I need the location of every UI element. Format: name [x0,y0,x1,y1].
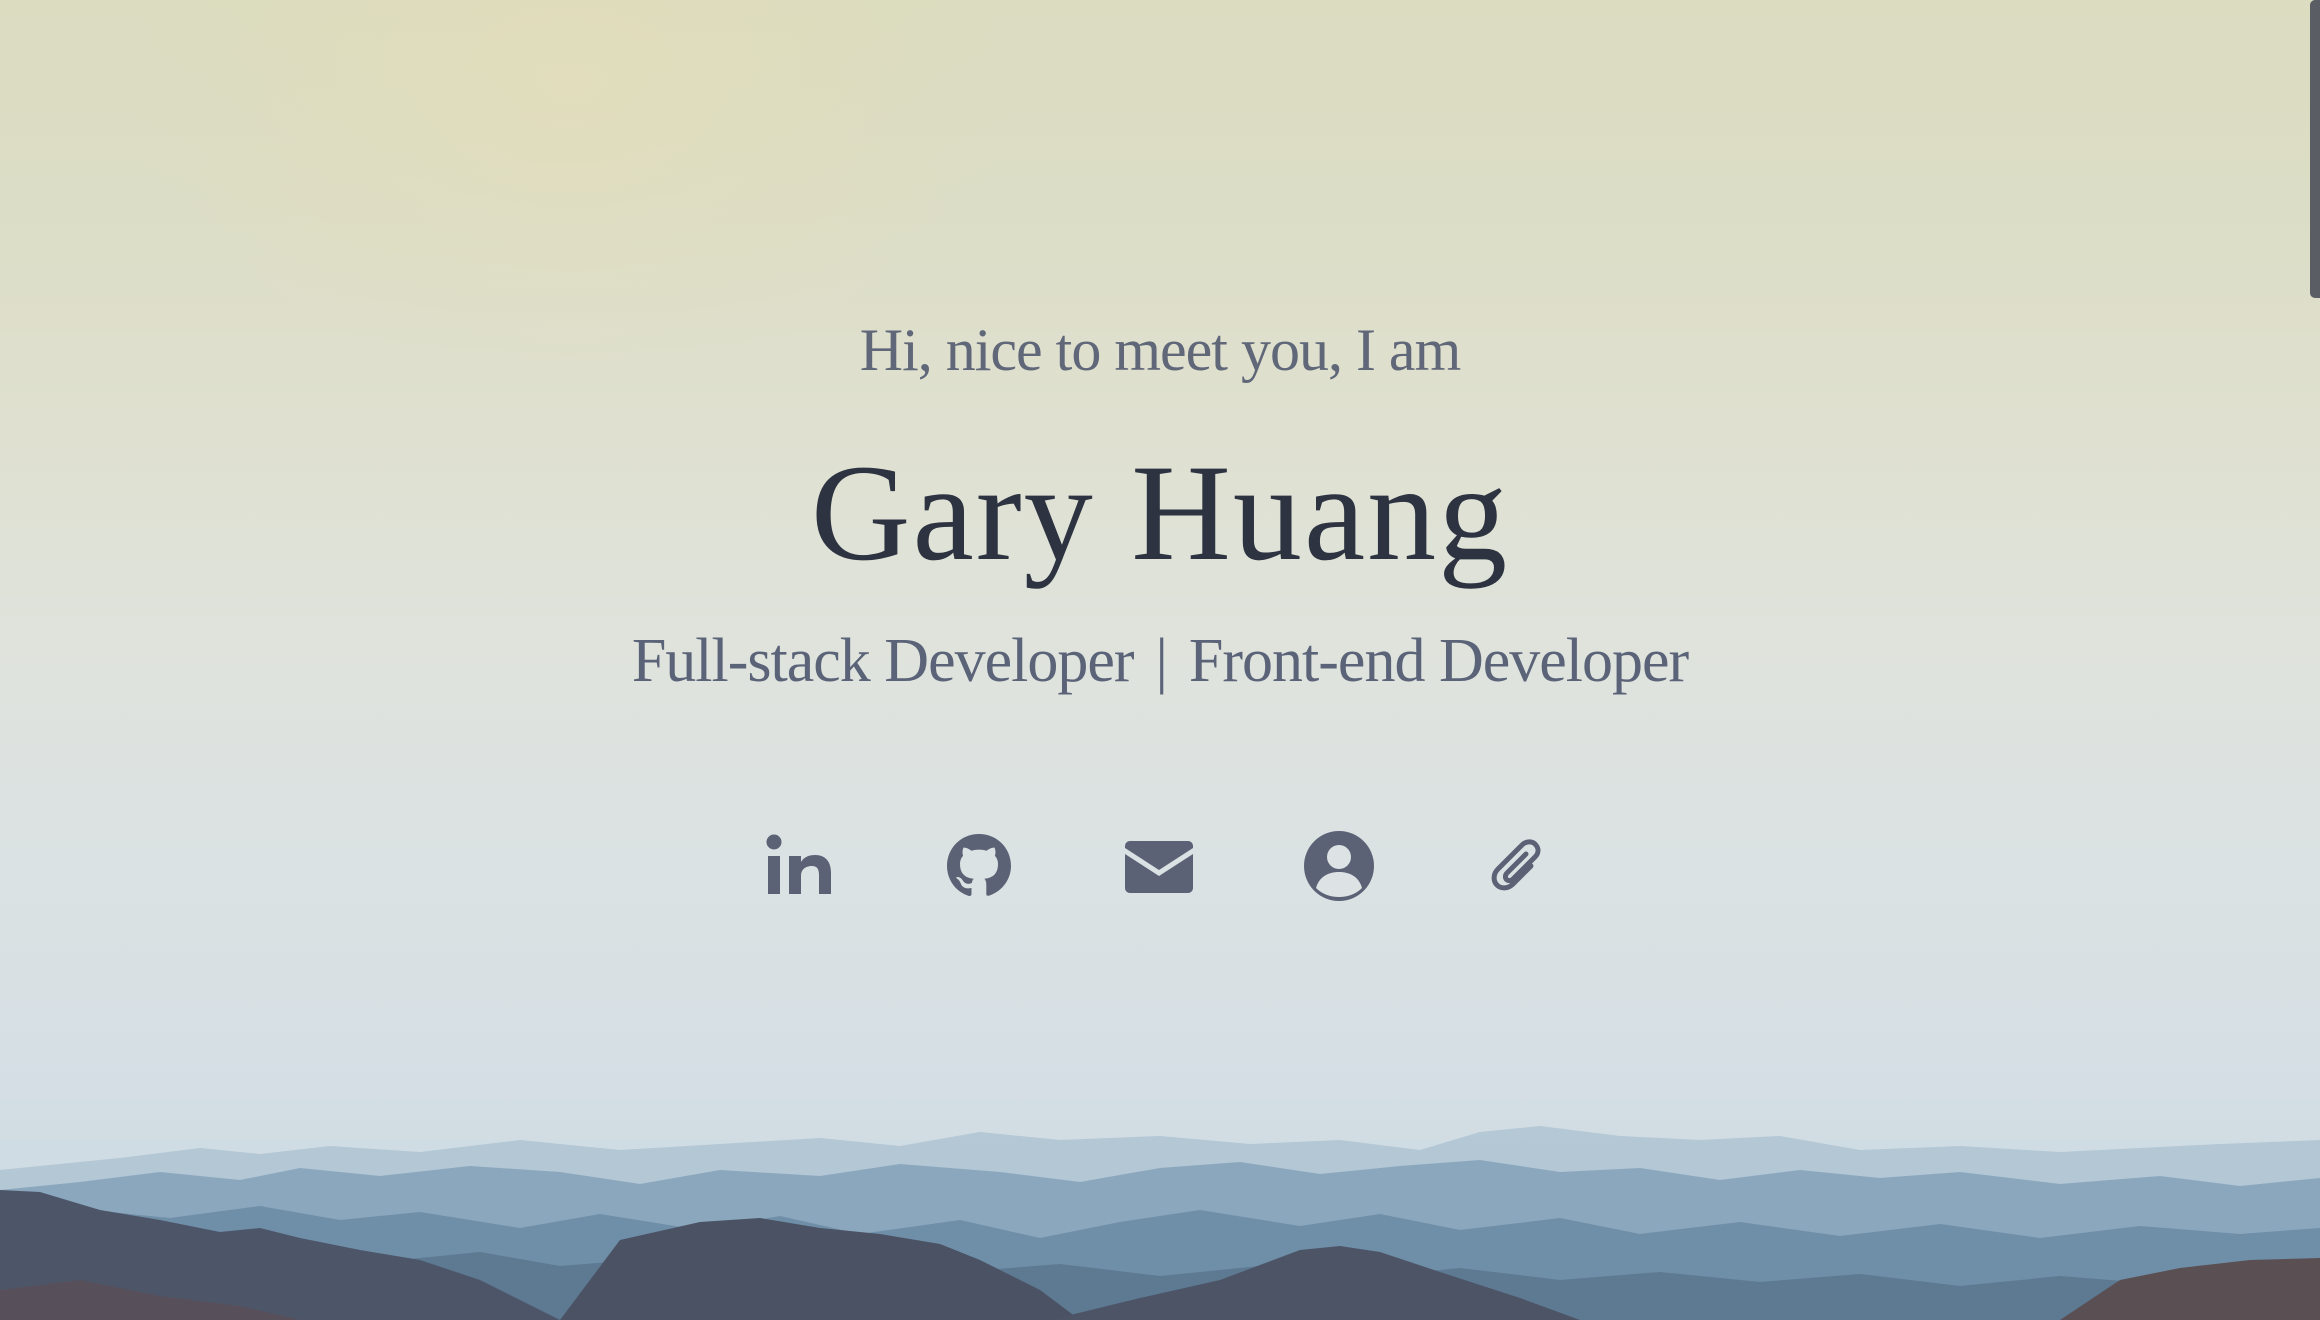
page-title: Gary Huang [810,436,1510,589]
user-circle-icon [1304,831,1374,901]
about-link[interactable] [1299,826,1379,906]
github-icon [947,834,1011,896]
hero-section: Hi, nice to meet you, I am Gary Huang Fu… [0,0,2320,1320]
social-links [0,826,2320,906]
email-link[interactable] [1119,826,1199,906]
role-label-frontend: Front-end Developer [1188,627,1689,695]
resume-link[interactable] [1479,826,1559,906]
mountain-landscape [0,1126,2320,1320]
paperclip-icon [1491,839,1541,891]
roles-line: Full-stack Developer | Front-end Developer [0,622,2320,700]
linkedin-icon [766,834,831,894]
linkedin-link[interactable] [759,826,839,906]
greeting-text: Hi, nice to meet you, I am [859,317,1461,383]
envelope-icon [1125,841,1193,893]
role-label-fullstack: Full-stack Developer [631,627,1135,695]
role-separator: | [1155,627,1168,695]
github-link[interactable] [939,826,1019,906]
scrollbar-thumb[interactable] [2310,0,2320,298]
